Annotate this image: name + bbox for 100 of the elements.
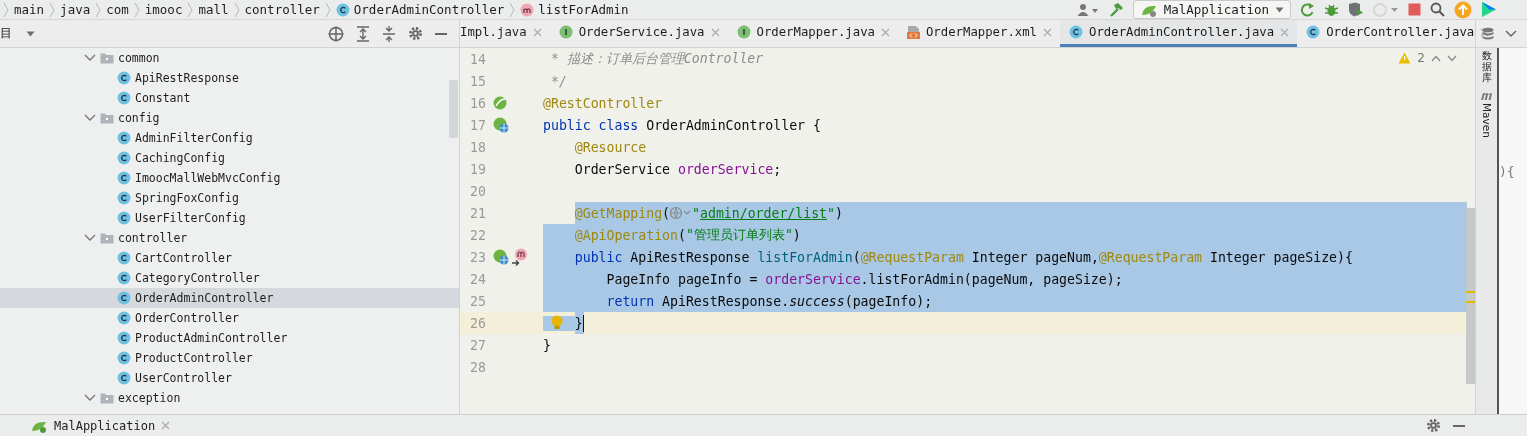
run-configuration-dropdown[interactable]: MalApplication xyxy=(1132,0,1291,19)
update-icon[interactable] xyxy=(1454,0,1472,19)
tree-item[interactable]: UserController xyxy=(0,368,459,388)
profiler-icon[interactable] xyxy=(1373,2,1399,17)
globe-icon[interactable] xyxy=(670,206,693,220)
code-token: admin/order/list xyxy=(700,205,828,221)
collapse-all-icon[interactable] xyxy=(382,25,396,42)
class-icon xyxy=(117,191,131,205)
class-icon xyxy=(117,171,131,185)
line-number: 19 xyxy=(469,161,486,177)
expand-all-icon[interactable] xyxy=(356,25,370,42)
editor-tab[interactable]: Impl.java xyxy=(460,20,550,47)
chevron-icon xyxy=(2,0,10,19)
method-icon xyxy=(520,2,535,17)
tool-window-button[interactable]: Maven xyxy=(1479,91,1494,138)
chevron-icon xyxy=(232,0,241,19)
settings-icon[interactable] xyxy=(408,26,423,41)
user-icon[interactable] xyxy=(1076,2,1099,17)
class-icon xyxy=(117,251,131,265)
run-tab[interactable]: MalApplication xyxy=(0,418,171,433)
maven-icon xyxy=(1479,91,1494,101)
code-token: PageInfo pageInfo = xyxy=(606,271,759,287)
bug-icon[interactable] xyxy=(1324,2,1339,17)
stop-icon[interactable] xyxy=(1408,3,1421,16)
folder-icon xyxy=(100,112,114,124)
editor-tab[interactable]: OrderMapper.java xyxy=(727,20,898,47)
tree-item[interactable]: CategoryController xyxy=(0,268,459,288)
breadcrumb-item[interactable]: main xyxy=(14,2,45,17)
code-token: orderService xyxy=(678,161,774,177)
editor-tab[interactable]: OrderService.java xyxy=(549,20,728,47)
tree-item[interactable]: OrderController xyxy=(0,308,459,328)
interface-icon xyxy=(558,25,573,39)
code-token: public xyxy=(574,249,624,265)
lightbulb-icon[interactable] xyxy=(551,315,563,331)
line-number: 17 xyxy=(469,117,486,133)
breadcrumb-item[interactable]: java xyxy=(60,2,91,17)
breadcrumb-item[interactable]: controller xyxy=(244,2,320,17)
code-token: "管理员订单列表" xyxy=(685,226,793,244)
tree-item[interactable]: ProductAdminController xyxy=(0,328,459,348)
code-token: orderService xyxy=(765,271,861,287)
tree-item[interactable]: exception xyxy=(0,388,459,408)
text-caret xyxy=(582,314,585,332)
tree-item[interactable]: OrderAdminController xyxy=(0,288,459,308)
bean-globe-icon[interactable] xyxy=(493,117,509,133)
code-token: OrderService xyxy=(573,161,672,177)
tab-list-chevron-icon[interactable] xyxy=(1505,29,1518,38)
dropdown-caret-icon[interactable] xyxy=(26,30,35,37)
rerun-icon[interactable] xyxy=(1300,2,1315,17)
project-panel-title: 目 xyxy=(0,25,12,42)
code-token: " xyxy=(692,205,700,221)
breadcrumb-item[interactable]: OrderAdminController xyxy=(335,2,505,17)
settings-icon[interactable] xyxy=(1426,418,1441,433)
tree-item[interactable]: ApiRestResponse xyxy=(0,68,459,88)
search-icon[interactable] xyxy=(1430,2,1445,17)
coverage-icon[interactable] xyxy=(1348,2,1364,17)
database-icon[interactable] xyxy=(1482,26,1494,41)
breadcrumb-item[interactable]: imooc xyxy=(144,2,183,17)
code-token: OrderAdminController { xyxy=(646,117,821,133)
code-token: .listForAdmin(pageNum, pageSize); xyxy=(860,271,1123,287)
toolbox-logo-icon[interactable] xyxy=(1481,1,1497,18)
code-token: } xyxy=(574,315,583,331)
code-token: Integer pageNum, xyxy=(970,249,1099,265)
chevron-icon xyxy=(132,0,141,19)
line-number: 26 xyxy=(469,315,486,331)
bean-globe-icon[interactable] xyxy=(493,249,509,265)
code-token: ) xyxy=(835,205,843,221)
chevron-icon xyxy=(508,0,517,19)
tree-item[interactable]: UserFilterConfig xyxy=(0,208,459,228)
code-token: ( xyxy=(678,227,686,243)
tree-item[interactable]: CartController xyxy=(0,248,459,268)
code-token: @Resource xyxy=(573,139,647,155)
method-override-icon[interactable] xyxy=(512,248,528,266)
class-icon xyxy=(117,151,131,165)
tree-item[interactable]: ImoocMallWebMvcConfig xyxy=(0,168,459,188)
folder-icon xyxy=(100,232,114,244)
tree-item[interactable]: Constant xyxy=(0,88,459,108)
class-icon xyxy=(117,331,131,345)
crosshair-icon[interactable] xyxy=(328,25,344,42)
tool-window-button[interactable]: 数据库 xyxy=(1481,50,1492,83)
breadcrumb-item[interactable]: mall xyxy=(198,2,229,17)
editor-tab[interactable]: OrderMapper.xml xyxy=(897,20,1061,47)
tree-item[interactable]: controller xyxy=(0,228,459,248)
tree-item[interactable]: AdminFilterConfig xyxy=(0,128,459,148)
tree-item[interactable]: SpringFoxConfig xyxy=(0,188,459,208)
tree-item[interactable]: config xyxy=(0,108,459,128)
code-token: } xyxy=(543,337,551,353)
tree-item[interactable]: ProductController xyxy=(0,348,459,368)
folder-icon xyxy=(100,392,114,404)
bean-icon[interactable] xyxy=(493,96,507,110)
tree-item[interactable]: CachingConfig xyxy=(0,148,459,168)
code-token: */ xyxy=(549,73,567,89)
line-number: 15 xyxy=(469,73,486,89)
breadcrumb-item[interactable]: com xyxy=(106,2,129,17)
editor-tab[interactable]: OrderAdminController.java xyxy=(1060,20,1298,47)
tree-item[interactable]: common xyxy=(0,48,459,68)
warning-count[interactable]: 2 xyxy=(1417,51,1425,65)
breadcrumb-item[interactable]: listForAdmin xyxy=(520,2,629,17)
line-number: 24 xyxy=(469,271,486,287)
background-window-text: ){ xyxy=(1499,164,1516,179)
code-token: listForAdmin xyxy=(757,249,853,265)
